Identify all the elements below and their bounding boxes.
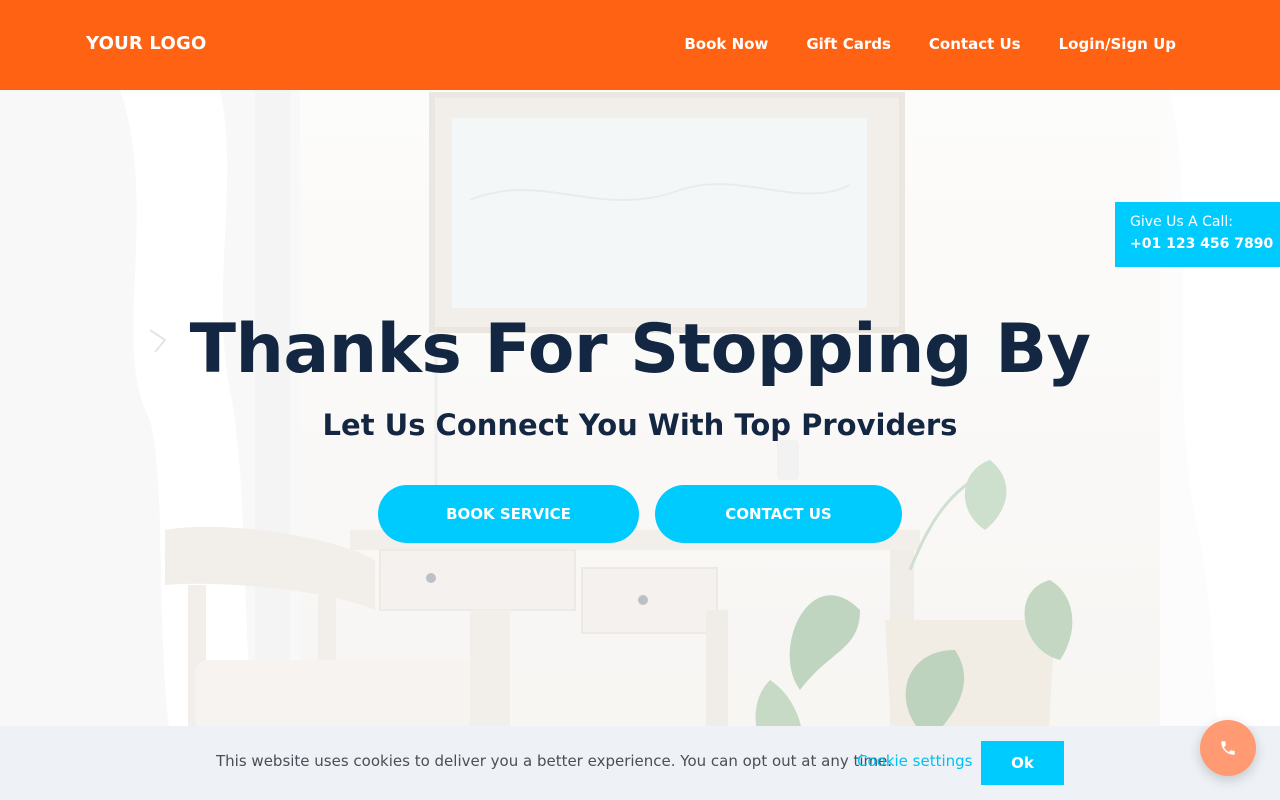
cookie-text: This website uses cookies to deliver you… [216, 752, 893, 770]
nav-gift-cards[interactable]: Gift Cards [806, 35, 891, 53]
phone-call-button[interactable] [1200, 720, 1256, 776]
main-nav: Book Now Gift Cards Contact Us Login/Sig… [684, 35, 1176, 53]
book-service-button[interactable]: BOOK SERVICE [378, 485, 639, 543]
contact-us-button[interactable]: CONTACT US [655, 485, 902, 543]
phone-icon [1221, 741, 1235, 755]
call-box[interactable]: Give Us A Call: +01 123 456 7890 [1115, 202, 1280, 267]
cookie-ok-button[interactable]: Ok [981, 741, 1064, 785]
logo[interactable]: YOUR LOGO [86, 33, 206, 54]
site-header: YOUR LOGO Book Now Gift Cards Contact Us… [0, 0, 1280, 90]
hero-title: Thanks For Stopping By [189, 310, 1091, 389]
hero-subtitle: Let Us Connect You With Top Providers [322, 408, 958, 442]
nav-book-now[interactable]: Book Now [684, 35, 768, 53]
cookie-banner: This website uses cookies to deliver you… [0, 726, 1280, 800]
nav-login-signup[interactable]: Login/Sign Up [1059, 35, 1176, 53]
call-number[interactable]: +01 123 456 7890 [1130, 236, 1280, 252]
cookie-settings-link[interactable]: Cookie settings [857, 752, 973, 770]
nav-contact-us[interactable]: Contact Us [929, 35, 1021, 53]
call-label: Give Us A Call: [1130, 214, 1233, 230]
hero-section: Give Us A Call: +01 123 456 7890 [0, 90, 1280, 800]
hero-background-image [0, 90, 1280, 800]
